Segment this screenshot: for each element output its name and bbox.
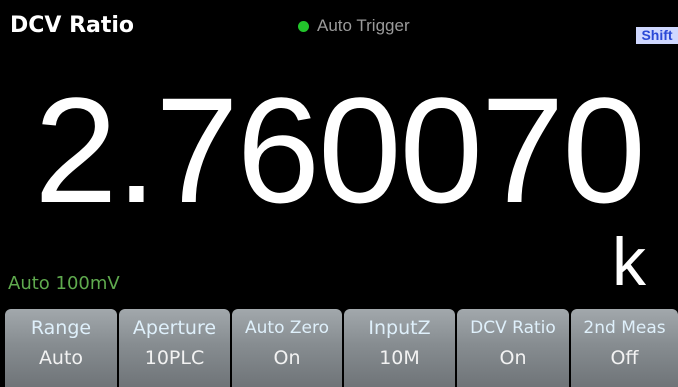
- softkey-label: Auto Zero: [245, 318, 329, 338]
- multimeter-display: DCV Ratio Auto Trigger Shift 2.760070 Au…: [0, 0, 678, 387]
- softkey-input-z[interactable]: InputZ 10M: [344, 309, 455, 387]
- softkey-value: On: [273, 347, 301, 369]
- softkey-range[interactable]: Range Auto: [5, 309, 117, 387]
- softkey-value: 10M: [379, 347, 420, 369]
- softkey-label: DCV Ratio: [470, 318, 556, 338]
- softkey-dcv-ratio[interactable]: DCV Ratio On: [457, 309, 569, 387]
- softkey-label: Aperture: [132, 317, 217, 339]
- softkey-2nd-meas[interactable]: 2nd Meas Off: [571, 309, 678, 387]
- primary-reading: 2.760070: [34, 66, 646, 234]
- reading-unit: k: [612, 224, 646, 300]
- range-info: Auto 100mV: [8, 273, 120, 294]
- softkey-label: 2nd Meas: [583, 318, 666, 338]
- trigger-status: Auto Trigger: [298, 16, 410, 36]
- softkey-value: On: [499, 347, 527, 369]
- softkey-auto-zero[interactable]: Auto Zero On: [232, 309, 342, 387]
- softkey-label: InputZ: [368, 317, 431, 339]
- shift-indicator: Shift: [636, 27, 678, 44]
- softkey-value: 10PLC: [144, 347, 205, 369]
- softkey-label: Range: [30, 317, 92, 339]
- softkey-bar: Range Auto Aperture 10PLC Auto Zero On I…: [5, 309, 678, 387]
- trigger-indicator-icon: [298, 20, 309, 32]
- trigger-status-label: Auto Trigger: [317, 16, 410, 35]
- softkey-aperture[interactable]: Aperture 10PLC: [119, 309, 230, 387]
- measurement-function-title: DCV Ratio: [10, 13, 135, 38]
- softkey-value: Auto: [38, 347, 84, 369]
- softkey-value: Off: [610, 347, 639, 369]
